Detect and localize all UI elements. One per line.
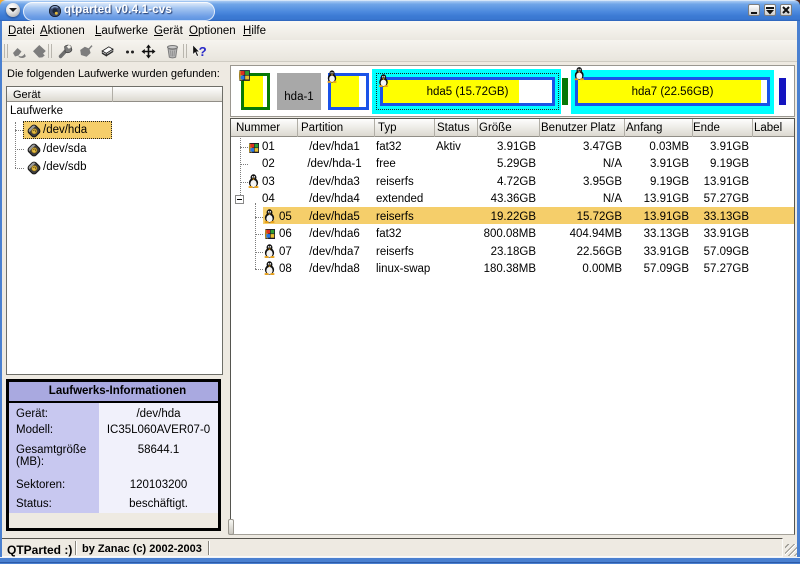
svg-text:?: ? [199,44,207,59]
